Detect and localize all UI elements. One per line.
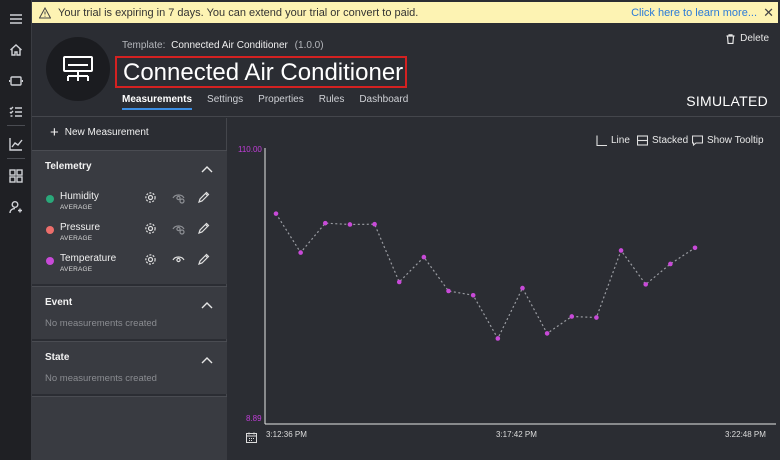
close-icon[interactable]: ✕ [763,5,774,21]
chart-area: Line Stacked Show Tooltip 110.00 8.89 3:… [228,118,780,460]
measurement-name: Temperature [60,253,117,264]
measurement-row-humidity[interactable]: Humidity AVERAGE [32,189,227,219]
x-tick-end: 3:22:48 PM [725,430,766,439]
data-point[interactable] [273,211,279,216]
chevron-up-icon[interactable] [201,351,213,364]
data-point[interactable] [470,292,476,298]
tab-rules[interactable]: Rules [319,94,345,110]
warning-icon [39,6,51,18]
data-point[interactable] [298,250,303,255]
series-layer [273,211,698,341]
y-tick-min: 8.89 [246,414,262,423]
left-nav-rail [0,0,32,460]
measurement-name: Pressure [60,222,101,233]
trial-banner: Your trial is expiring in 7 days. You ca… [32,2,778,23]
data-point[interactable] [520,285,525,291]
data-point[interactable] [569,314,575,319]
simulated-status: SIMULATED [686,93,768,109]
data-point[interactable] [618,248,624,253]
new-measurement-button[interactable]: + New Measurement [50,123,149,141]
chevron-up-icon[interactable] [201,296,213,309]
data-point[interactable] [692,245,698,251]
panel-filler [32,396,227,460]
series-color-dot [46,257,54,265]
title-highlight-box: Connected Air Conditioner [115,56,407,88]
y-tick-max: 110.00 [238,145,262,154]
telemetry-section: Telemetry Humidity AVERAGE Pressure AVER… [32,150,227,284]
trial-message: Your trial is expiring in 7 days. You ca… [58,6,419,19]
delete-label: Delete [740,33,769,44]
tab-measurements[interactable]: Measurements [122,94,193,110]
measurement-row-temperature[interactable]: Temperature AVERAGE [32,251,227,281]
temperature-line-chart [264,148,776,425]
air-conditioner-icon [63,56,93,81]
template-name: Connected Air Conditioner [171,40,288,51]
template-version: (1.0.0) [294,40,324,51]
edit-pencil-icon[interactable] [197,253,210,266]
trash-icon [726,33,735,44]
visible-eye-icon[interactable] [172,253,185,266]
data-point[interactable] [544,331,550,336]
hidden-eye-icon[interactable] [172,222,185,235]
data-point[interactable] [372,221,377,227]
event-section: Event No measurements created [32,286,227,339]
telemetry-heading: Telemetry [45,161,92,172]
tab-properties[interactable]: Properties [258,94,304,110]
data-point[interactable] [421,254,427,260]
data-point[interactable] [446,288,451,294]
x-tick-middle: 3:17:42 PM [496,430,537,439]
state-heading: State [45,352,70,363]
delete-button[interactable]: Delete [726,33,769,44]
data-point[interactable] [594,315,599,320]
measurement-name: Humidity [60,191,99,202]
data-point[interactable] [347,222,353,227]
settings-gear-icon[interactable] [144,222,157,235]
event-heading: Event [45,297,73,308]
template-tabs: Measurements Settings Properties Rules D… [122,94,423,110]
template-info: Template: Connected Air Conditioner (1.0… [122,40,324,51]
measurement-aggregation: AVERAGE [60,204,93,211]
learn-more-link[interactable]: Click here to learn more... [631,7,757,19]
new-measurement-label: New Measurement [64,127,149,138]
tab-settings[interactable]: Settings [207,94,243,110]
device-template-avatar [46,37,110,101]
checklist-icon[interactable] [6,102,26,122]
rail-divider [7,125,25,126]
plus-icon: + [50,123,59,141]
event-empty-text: No measurements created [45,318,157,329]
series-line [275,213,696,340]
hamburger-menu-icon[interactable] [6,9,26,29]
page-title[interactable]: Connected Air Conditioner [123,59,403,87]
series-color-dot [46,195,54,203]
data-point[interactable] [396,279,402,285]
series-color-dot [46,226,54,234]
hidden-eye-icon[interactable] [172,191,185,204]
data-point[interactable] [643,282,649,287]
settings-gear-icon[interactable] [144,191,157,204]
template-label: Template: [122,40,166,51]
analytics-icon[interactable] [6,134,26,154]
device-template-header: Template: Connected Air Conditioner (1.0… [32,23,780,117]
tab-dashboard[interactable]: Dashboard [359,94,408,110]
edit-pencil-icon[interactable] [197,222,210,235]
x-tick-start: 3:12:36 PM [266,430,307,439]
data-point[interactable] [668,261,673,267]
settings-gear-icon[interactable] [144,253,157,266]
measurements-panel: + New Measurement Telemetry Humidity AVE… [32,118,227,460]
user-admin-icon[interactable] [6,197,26,217]
home-icon[interactable] [6,40,26,60]
data-point[interactable] [322,220,328,226]
state-section: State No measurements created [32,341,227,394]
measurement-aggregation: AVERAGE [60,235,93,242]
chevron-up-icon[interactable] [201,160,213,173]
edit-pencil-icon[interactable] [197,191,210,204]
measurement-aggregation: AVERAGE [60,266,93,273]
data-point[interactable] [495,336,501,341]
state-empty-text: No measurements created [45,373,157,384]
device-icon[interactable] [6,71,26,91]
rail-divider [7,158,25,159]
templates-icon[interactable] [6,166,26,186]
measurement-row-pressure[interactable]: Pressure AVERAGE [32,220,227,250]
calendar-icon[interactable] [246,430,257,443]
